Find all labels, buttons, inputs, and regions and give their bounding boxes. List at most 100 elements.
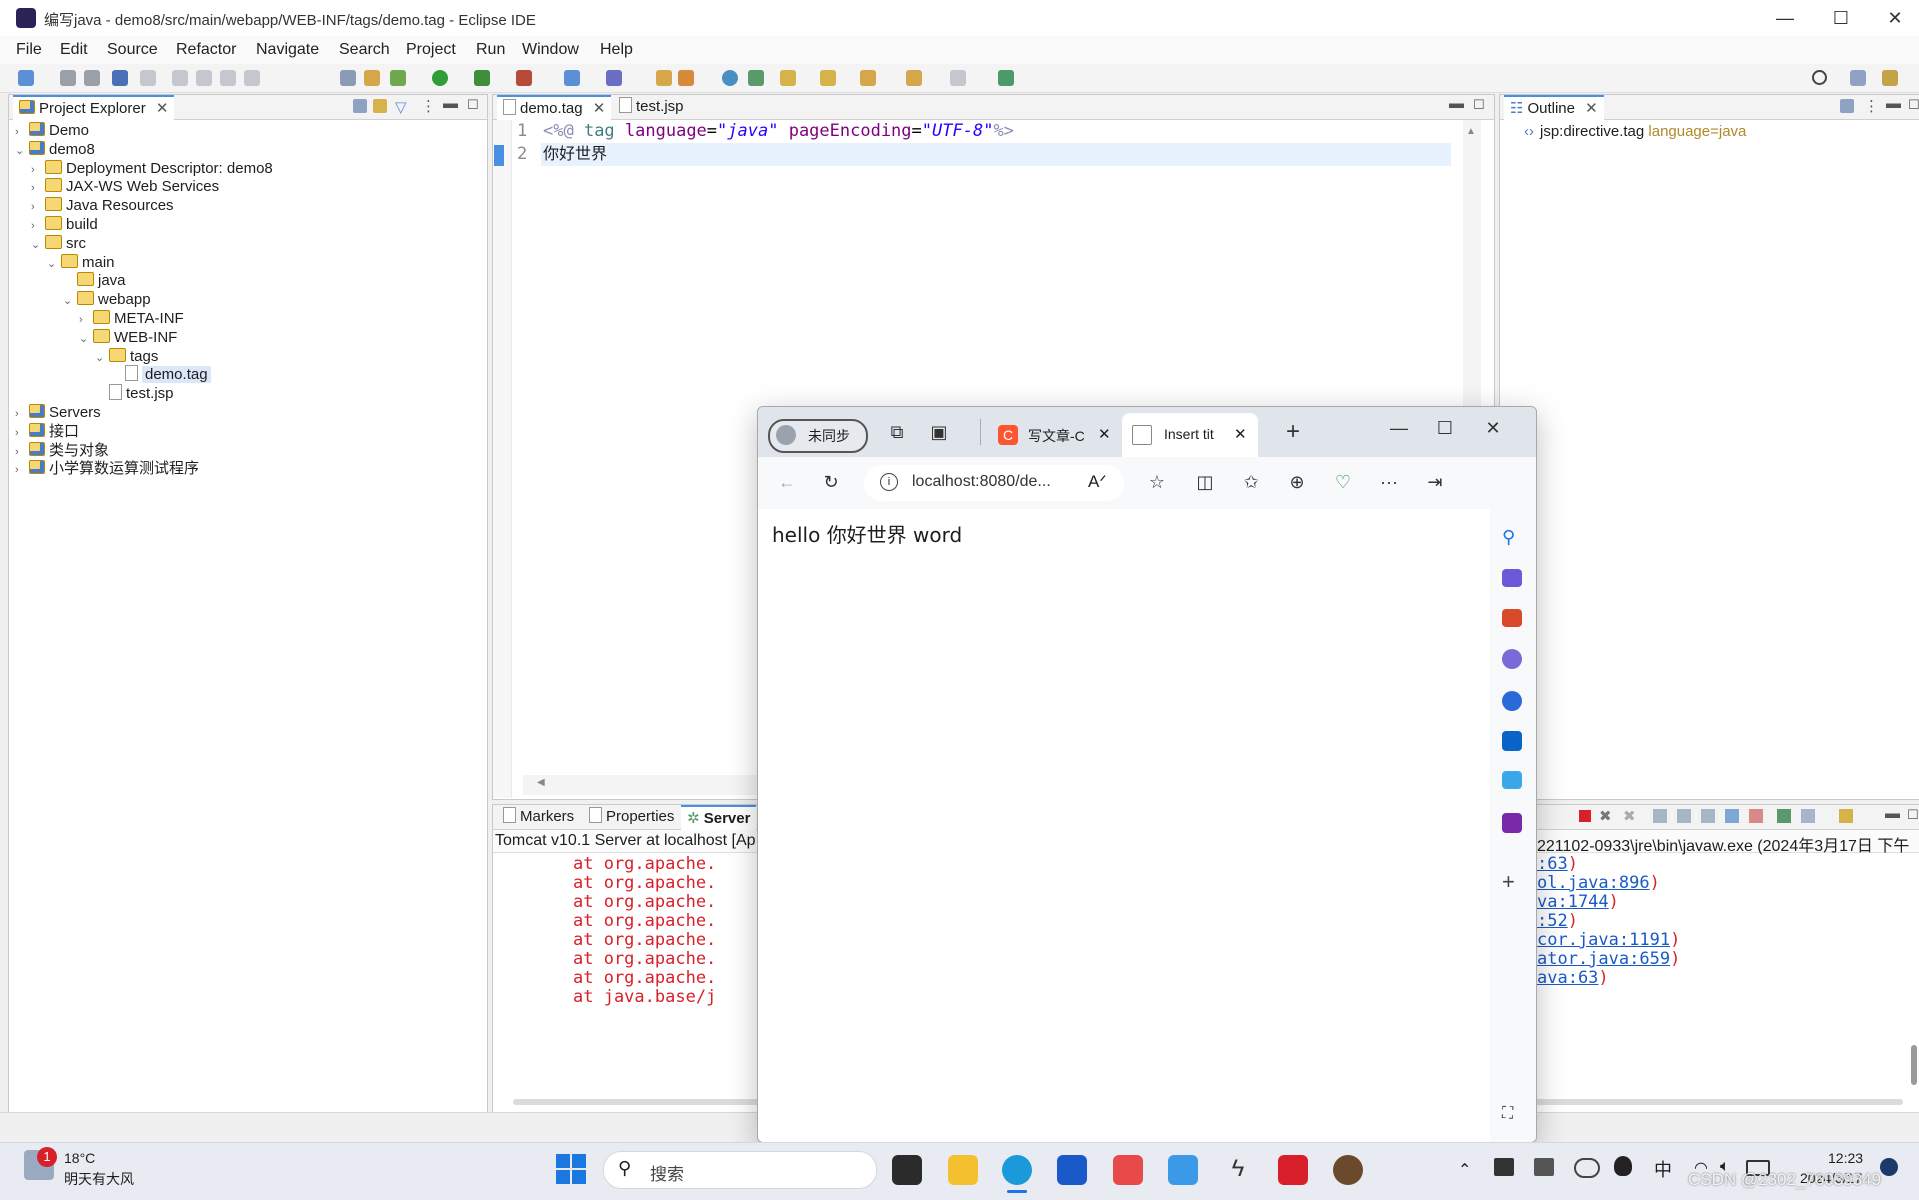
debug-icon[interactable] <box>390 70 406 86</box>
open-perspective-icon[interactable] <box>1850 70 1866 86</box>
edge-icon[interactable] <box>1002 1155 1032 1185</box>
search-tool-icon[interactable] <box>678 70 694 86</box>
task-view-icon[interactable] <box>892 1155 922 1185</box>
close-icon[interactable]: ✕ <box>1482 417 1504 439</box>
qq-icon[interactable] <box>1614 1156 1632 1176</box>
run-icon[interactable] <box>432 70 448 86</box>
coverage-icon[interactable] <box>474 70 490 86</box>
sidebar-toggle-icon[interactable]: ⇥ <box>1424 471 1446 493</box>
outline-item[interactable]: ‹› jsp:directive.tag language=java <box>1524 121 1746 143</box>
servers-icon[interactable] <box>748 70 764 86</box>
stacktrace-link[interactable]: cor.java:1191 <box>1537 930 1670 950</box>
collapse-all-icon[interactable] <box>353 99 367 113</box>
tab-demo-tag[interactable]: demo.tag ✕ <box>497 95 612 120</box>
minimize-button[interactable]: — <box>1772 6 1798 30</box>
stacktrace-link[interactable]: ol.java:896 <box>1537 873 1650 893</box>
last-edit-icon[interactable] <box>860 70 876 86</box>
menu-source[interactable]: Source <box>107 41 158 59</box>
onedrive-icon[interactable] <box>1574 1158 1600 1178</box>
workspaces-icon[interactable]: ⧉ <box>886 421 908 443</box>
ime-indicator[interactable]: 中 <box>1654 1156 1672 1182</box>
menu-navigate[interactable]: Navigate <box>256 41 319 59</box>
microsoft-365-icon[interactable] <box>1502 691 1522 711</box>
menu-window[interactable]: Window <box>522 41 579 59</box>
file-explorer-icon[interactable] <box>948 1155 978 1185</box>
close-button[interactable]: ✕ <box>1882 6 1908 30</box>
tab-test-jsp[interactable]: test.jsp <box>613 95 690 119</box>
stacktrace-link[interactable]: ator.java:659 <box>1537 949 1670 969</box>
scroll-lock-icon[interactable] <box>1677 809 1691 823</box>
new-tab-icon[interactable]: + <box>1282 420 1304 444</box>
weather-description[interactable]: 明天有大风 <box>64 1169 134 1189</box>
pin-console-icon[interactable] <box>1777 809 1791 823</box>
code-line-2[interactable]: 你好世界 <box>543 143 607 166</box>
collections-icon[interactable]: ⊕ <box>1286 471 1308 493</box>
new-tab-icon[interactable] <box>1182 421 1204 443</box>
favorite-star-icon[interactable]: ☆ <box>1146 471 1168 493</box>
outlook-icon[interactable] <box>1502 731 1522 751</box>
close-tab-icon[interactable]: ✕ <box>593 100 606 117</box>
tray-app-icon[interactable] <box>1494 1158 1514 1176</box>
maximize-button[interactable]: ☐ <box>1828 6 1854 30</box>
forward-icon[interactable] <box>950 70 966 86</box>
browser-essentials-icon[interactable]: ♡ <box>1332 471 1354 493</box>
store-icon[interactable] <box>1057 1155 1087 1185</box>
maximize-view-icon[interactable]: ☐ <box>1908 97 1919 113</box>
drop-icon[interactable] <box>1502 771 1522 789</box>
web-browser-icon[interactable] <box>722 70 738 86</box>
back-icon[interactable] <box>906 70 922 86</box>
lightning-app-icon[interactable]: ϟ <box>1223 1155 1253 1185</box>
maximize-view-icon[interactable]: ☐ <box>1907 807 1919 823</box>
open-console-icon[interactable] <box>1839 809 1853 823</box>
url-text[interactable]: localhost:8080/de... <box>912 473 1051 491</box>
clock-time[interactable]: 12:23 <box>1828 1150 1863 1166</box>
maximize-icon[interactable]: ☐ <box>1434 417 1456 439</box>
disconnect-icon[interactable] <box>244 70 260 86</box>
pin-editor-icon[interactable] <box>998 70 1014 86</box>
tab-actions-icon[interactable]: ▣ <box>928 421 950 443</box>
read-aloud-icon[interactable]: Aᐟ <box>1088 472 1107 492</box>
toggle-mark-icon[interactable] <box>364 70 380 86</box>
menu-help[interactable]: Help <box>600 41 633 59</box>
screenshot-icon[interactable]: ⛶ <box>1502 1105 1513 1123</box>
open-type-icon[interactable] <box>656 70 672 86</box>
previous-annotation-icon[interactable] <box>820 70 836 86</box>
menu-file[interactable]: File <box>16 41 42 59</box>
remove-all-icon[interactable]: ✖ <box>1623 807 1636 825</box>
menu-project[interactable]: Project <box>406 41 456 59</box>
expand-chevron-icon[interactable]: › <box>15 459 29 481</box>
tree-item[interactable]: › 小学算数运算测试程序 <box>15 458 199 480</box>
skip-breakpoints-icon[interactable] <box>140 70 156 86</box>
tab-markers[interactable]: Markers <box>497 805 580 829</box>
stacktrace-link[interactable]: va:1744 <box>1537 892 1609 912</box>
favorites-icon[interactable]: ✩ <box>1240 471 1262 493</box>
tab-project-explorer[interactable]: Project Explorer ✕ <box>13 95 175 120</box>
vertical-scrollbar-thumb[interactable] <box>1911 1045 1917 1085</box>
expand-chevron-icon[interactable]: ⌄ <box>79 328 93 350</box>
suspend-icon[interactable] <box>196 70 212 86</box>
new-icon[interactable] <box>18 70 34 86</box>
view-menu-icon[interactable]: ⋮ <box>1864 97 1879 115</box>
huawei-appgallery-icon[interactable] <box>1113 1155 1143 1185</box>
wps-icon[interactable] <box>1278 1155 1308 1185</box>
maximize-view-icon[interactable]: ☐ <box>467 97 479 113</box>
menu-edit[interactable]: Edit <box>60 41 88 59</box>
split-screen-icon[interactable]: ◫ <box>1194 471 1216 493</box>
tab-properties[interactable]: Properties <box>583 805 680 829</box>
games-icon[interactable] <box>1502 649 1522 669</box>
new-class-icon[interactable] <box>606 70 622 86</box>
cloud-app-icon[interactable] <box>1168 1155 1198 1185</box>
browser-tab-csdn[interactable]: C 写文章-C ✕ <box>990 413 1118 457</box>
save-icon[interactable] <box>60 70 76 86</box>
search-icon[interactable] <box>1812 70 1827 85</box>
clear-console-icon[interactable] <box>1653 809 1667 823</box>
terminate-console-icon[interactable] <box>1579 810 1591 822</box>
remove-launch-icon[interactable]: ✖ <box>1599 807 1612 825</box>
show-hidden-icons[interactable]: ⌃ <box>1458 1160 1471 1180</box>
new-java-project-icon[interactable] <box>564 70 580 86</box>
tab-outline[interactable]: ☷ Outline ✕ <box>1504 95 1604 120</box>
weather-temperature[interactable]: 18°C <box>64 1150 95 1166</box>
close-tab-icon[interactable]: ✕ <box>1585 100 1598 117</box>
tools-icon[interactable] <box>1502 609 1522 627</box>
show-stderr-icon[interactable] <box>1749 809 1763 823</box>
